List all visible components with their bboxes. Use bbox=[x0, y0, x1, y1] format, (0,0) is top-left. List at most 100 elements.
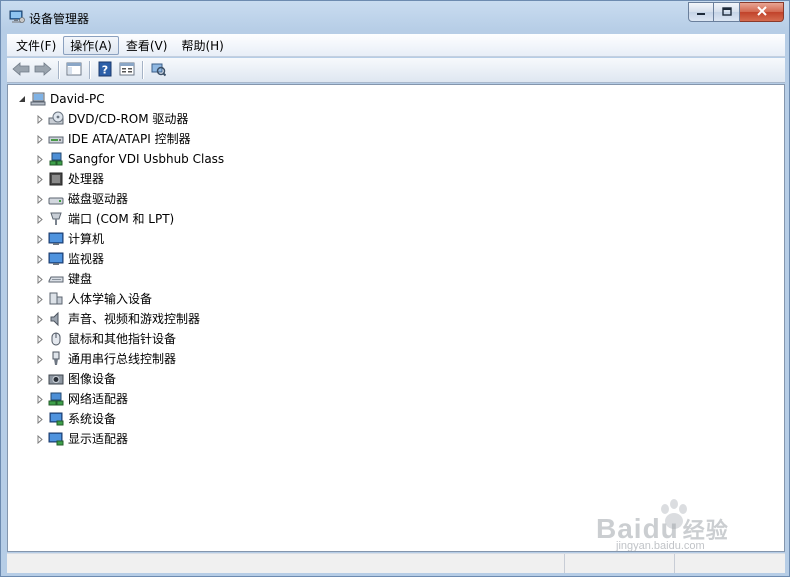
expand-arrow-icon[interactable] bbox=[35, 154, 44, 164]
hid-icon bbox=[48, 291, 64, 307]
scan-hardware-button[interactable] bbox=[147, 60, 169, 80]
expand-arrow-icon[interactable] bbox=[35, 354, 44, 364]
tree-node-label: 通用串行总线控制器 bbox=[68, 352, 177, 366]
tree-node-label: 端口 (COM 和 LPT) bbox=[68, 212, 175, 226]
status-bar bbox=[7, 553, 785, 573]
forward-icon bbox=[34, 61, 52, 79]
tree-node[interactable]: 系统设备 bbox=[35, 409, 117, 429]
minimize-button[interactable] bbox=[688, 2, 714, 22]
expand-arrow-icon[interactable] bbox=[35, 114, 44, 124]
usb-icon bbox=[48, 351, 64, 367]
camera-icon bbox=[48, 371, 64, 387]
expand-arrow-icon[interactable] bbox=[35, 214, 44, 224]
tree-node[interactable]: IDE ATA/ATAPI 控制器 bbox=[35, 129, 192, 149]
tree-node[interactable]: 人体学输入设备 bbox=[35, 289, 153, 309]
maximize-icon bbox=[721, 5, 732, 19]
system-device-icon bbox=[48, 411, 64, 427]
expand-arrow-icon[interactable] bbox=[35, 294, 44, 304]
expand-arrow-icon[interactable] bbox=[35, 134, 44, 144]
window-title: 设备管理器 bbox=[29, 12, 90, 26]
tree-node[interactable]: 通用串行总线控制器 bbox=[35, 349, 177, 369]
tree-node[interactable]: Sangfor VDI Usbhub Class bbox=[35, 149, 225, 169]
forward-button[interactable] bbox=[32, 60, 54, 80]
collapse-arrow-icon[interactable] bbox=[17, 95, 26, 104]
toolbar-separator bbox=[58, 61, 59, 79]
expand-arrow-icon[interactable] bbox=[35, 234, 44, 244]
show-hide-tree-icon bbox=[66, 62, 82, 79]
expand-arrow-icon[interactable] bbox=[35, 374, 44, 384]
tree-root-label: David-PC bbox=[50, 92, 105, 106]
tree-node[interactable]: 图像设备 bbox=[35, 369, 117, 389]
toolbar-separator bbox=[89, 61, 90, 79]
tree-node-label: 系统设备 bbox=[68, 412, 117, 426]
device-tree[interactable]: David-PC DVD/CD-ROM 驱动器 IDE ATA/ATAPI 控制器… bbox=[7, 84, 785, 552]
speaker-icon bbox=[48, 311, 64, 327]
status-pane-tertiary bbox=[675, 554, 785, 573]
scan-hardware-icon bbox=[150, 61, 167, 80]
computer-icon bbox=[30, 91, 46, 107]
expand-arrow-icon[interactable] bbox=[35, 274, 44, 284]
tree-node-label: Sangfor VDI Usbhub Class bbox=[68, 152, 225, 166]
help-icon: ? bbox=[97, 61, 113, 80]
expand-arrow-icon[interactable] bbox=[35, 394, 44, 404]
processor-icon bbox=[48, 171, 64, 187]
tree-node-label: 监视器 bbox=[68, 252, 105, 266]
title-bar[interactable]: 设备管理器 bbox=[1, 1, 789, 33]
tree-node[interactable]: 计算机 bbox=[35, 229, 105, 249]
keyboard-icon bbox=[48, 271, 64, 287]
menu-help[interactable]: 帮助(H) bbox=[174, 36, 230, 55]
help-button[interactable]: ? bbox=[94, 60, 116, 80]
properties-button[interactable] bbox=[116, 60, 138, 80]
display-adapter-icon bbox=[48, 431, 64, 447]
tree-node-label: 处理器 bbox=[68, 172, 105, 186]
close-icon bbox=[756, 5, 768, 19]
tree-node-label: 磁盘驱动器 bbox=[68, 192, 129, 206]
expand-arrow-icon[interactable] bbox=[35, 314, 44, 324]
tree-root-node[interactable]: David-PC bbox=[17, 89, 106, 109]
tree-node[interactable]: 鼠标和其他指针设备 bbox=[35, 329, 177, 349]
tree-node-label: 声音、视频和游戏控制器 bbox=[68, 312, 201, 326]
toolbar-separator bbox=[142, 61, 143, 79]
monitor-icon bbox=[48, 251, 64, 267]
ide-controller-icon bbox=[48, 131, 64, 147]
expand-arrow-icon[interactable] bbox=[35, 174, 44, 184]
tree-node-label: 计算机 bbox=[68, 232, 105, 246]
tree-node-label: IDE ATA/ATAPI 控制器 bbox=[68, 132, 191, 146]
menu-view[interactable]: 查看(V) bbox=[119, 36, 175, 55]
expand-arrow-icon[interactable] bbox=[35, 334, 44, 344]
tree-node[interactable]: 键盘 bbox=[35, 269, 93, 289]
show-hide-tree-button[interactable] bbox=[63, 60, 85, 80]
menu-file[interactable]: 文件(F) bbox=[9, 36, 63, 55]
expand-arrow-icon[interactable] bbox=[35, 434, 44, 444]
expand-arrow-icon[interactable] bbox=[35, 194, 44, 204]
back-button[interactable] bbox=[10, 60, 32, 80]
maximize-button[interactable] bbox=[714, 2, 740, 22]
expand-arrow-icon[interactable] bbox=[35, 254, 44, 264]
tree-node-label: 鼠标和其他指针设备 bbox=[68, 332, 177, 346]
tree-node[interactable]: 磁盘驱动器 bbox=[35, 189, 129, 209]
tree-node-label: DVD/CD-ROM 驱动器 bbox=[68, 112, 189, 126]
tree-node[interactable]: DVD/CD-ROM 驱动器 bbox=[35, 109, 189, 129]
disk-drive-icon bbox=[48, 191, 64, 207]
menu-action[interactable]: 操作(A) bbox=[63, 35, 119, 55]
status-pane-secondary bbox=[565, 554, 675, 573]
tree-node[interactable]: 声音、视频和游戏控制器 bbox=[35, 309, 201, 329]
tree-node[interactable]: 监视器 bbox=[35, 249, 105, 269]
mouse-icon bbox=[48, 331, 64, 347]
close-button[interactable] bbox=[740, 2, 784, 22]
tree-node[interactable]: 处理器 bbox=[35, 169, 105, 189]
tree-node-label: 键盘 bbox=[68, 272, 93, 286]
device-manager-app-icon bbox=[9, 10, 25, 24]
tree-node[interactable]: 网络适配器 bbox=[35, 389, 129, 409]
properties-icon bbox=[119, 62, 135, 79]
tree-node[interactable]: 显示适配器 bbox=[35, 429, 129, 449]
tree-node-label: 显示适配器 bbox=[68, 432, 129, 446]
menu-bar: 文件(F) 操作(A) 查看(V) 帮助(H) bbox=[7, 34, 785, 57]
tree-node[interactable]: 端口 (COM 和 LPT) bbox=[35, 209, 175, 229]
tree-node-label: 网络适配器 bbox=[68, 392, 129, 406]
tree-node-label: 人体学输入设备 bbox=[68, 292, 153, 306]
status-pane-main bbox=[7, 554, 565, 573]
minimize-icon bbox=[696, 5, 706, 19]
svg-text:?: ? bbox=[102, 63, 108, 76]
expand-arrow-icon[interactable] bbox=[35, 414, 44, 424]
